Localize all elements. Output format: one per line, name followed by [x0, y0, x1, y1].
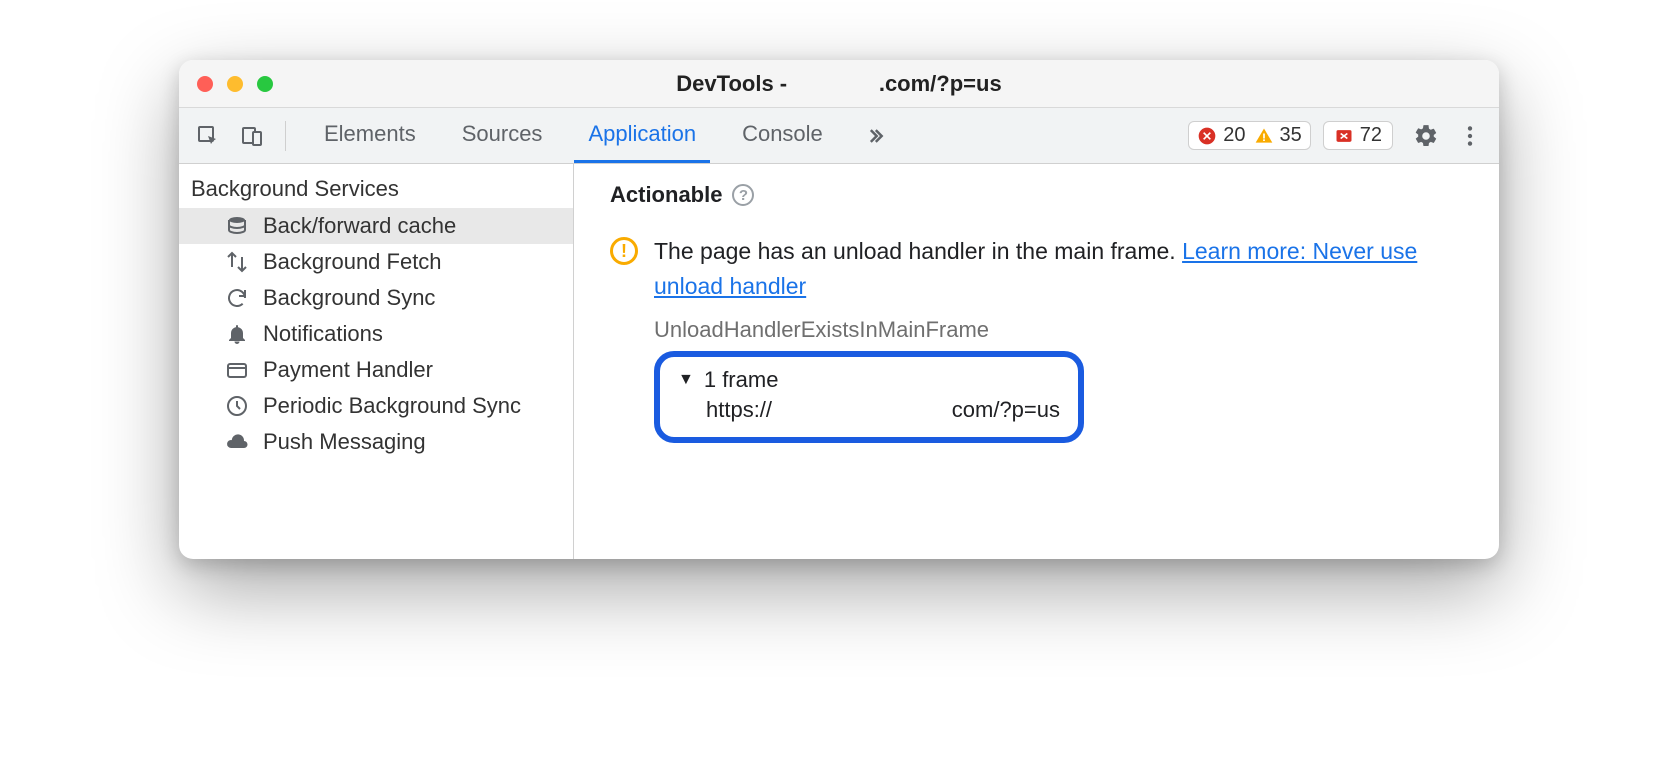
frame-url[interactable]: https:// com/?p=us [678, 393, 1060, 423]
sidebar-item-back-forward-cache[interactable]: Back/forward cache [179, 208, 573, 244]
error-icon [1197, 126, 1217, 146]
zoom-window-button[interactable] [257, 76, 273, 92]
swap-icon [223, 248, 251, 276]
close-window-button[interactable] [197, 76, 213, 92]
minimize-window-button[interactable] [227, 76, 243, 92]
sidebar-heading: Background Services [179, 168, 573, 208]
section-title: Actionable ? [610, 182, 1469, 208]
window-controls [179, 76, 273, 92]
clock-icon [223, 392, 251, 420]
warning-message: The page has an unload handler in the ma… [654, 234, 1469, 303]
device-toggle-button[interactable] [233, 117, 271, 155]
sidebar-item-periodic-background-sync[interactable]: Periodic Background Sync [179, 388, 573, 424]
sidebar-item-background-fetch[interactable]: Background Fetch [179, 244, 573, 280]
window-title-suffix: .com/?p=us [879, 71, 1002, 96]
sidebar-item-label: Notifications [263, 321, 383, 347]
reason-code: UnloadHandlerExistsInMainFrame [654, 317, 1469, 343]
frame-toggle[interactable]: ▼ 1 frame [678, 367, 1060, 393]
sidebar-item-background-sync[interactable]: Background Sync [179, 280, 573, 316]
tab-elements[interactable]: Elements [310, 108, 430, 163]
sidebar-item-label: Background Sync [263, 285, 435, 311]
window-title: DevTools - .com/?p=us [179, 71, 1499, 97]
more-options-button[interactable] [1451, 117, 1489, 155]
main-panel: Background Services Back/forward cache B… [179, 164, 1499, 559]
bell-icon [223, 320, 251, 348]
settings-button[interactable] [1407, 117, 1445, 155]
sidebar-item-label: Push Messaging [263, 429, 426, 455]
frame-callout: ▼ 1 frame https:// com/?p=us [654, 351, 1084, 443]
chevron-down-icon: ▼ [678, 371, 694, 389]
warning-badge-icon: ! [610, 237, 638, 265]
sidebar: Background Services Back/forward cache B… [179, 164, 574, 559]
database-icon [223, 212, 251, 240]
cloud-icon [223, 428, 251, 456]
issue-icon [1334, 126, 1354, 146]
sidebar-item-label: Payment Handler [263, 357, 433, 383]
sidebar-item-label: Background Fetch [263, 249, 442, 275]
issues-button[interactable]: 72 [1323, 121, 1393, 150]
inspect-element-button[interactable] [189, 117, 227, 155]
console-counts-button[interactable]: 20 35 [1188, 121, 1311, 150]
sidebar-item-label: Periodic Background Sync [263, 393, 521, 419]
error-count: 20 [1197, 124, 1245, 147]
warning-row: ! The page has an unload handler in the … [610, 234, 1469, 303]
warning-count: 35 [1254, 124, 1302, 147]
window-title-prefix: DevTools - [676, 71, 793, 96]
card-icon [223, 356, 251, 384]
sidebar-item-notifications[interactable]: Notifications [179, 316, 573, 352]
sidebar-item-payment-handler[interactable]: Payment Handler [179, 352, 573, 388]
tab-sources[interactable]: Sources [448, 108, 557, 163]
devtools-window: DevTools - .com/?p=us Elements Sources A… [179, 60, 1499, 559]
help-icon[interactable]: ? [732, 184, 754, 206]
tab-console[interactable]: Console [728, 108, 837, 163]
content-panel: Actionable ? ! The page has an unload ha… [574, 164, 1499, 559]
more-tabs-button[interactable] [855, 108, 895, 163]
warning-icon [1254, 126, 1274, 146]
sidebar-item-push-messaging[interactable]: Push Messaging [179, 424, 573, 460]
toolbar-divider [285, 121, 286, 151]
tab-application[interactable]: Application [574, 108, 710, 163]
toolbar: Elements Sources Application Console 20 … [179, 108, 1499, 164]
panel-tabs: Elements Sources Application Console [310, 108, 895, 163]
sync-icon [223, 284, 251, 312]
frame-summary: 1 frame [704, 367, 779, 393]
sidebar-item-label: Back/forward cache [263, 213, 456, 239]
titlebar: DevTools - .com/?p=us [179, 60, 1499, 108]
